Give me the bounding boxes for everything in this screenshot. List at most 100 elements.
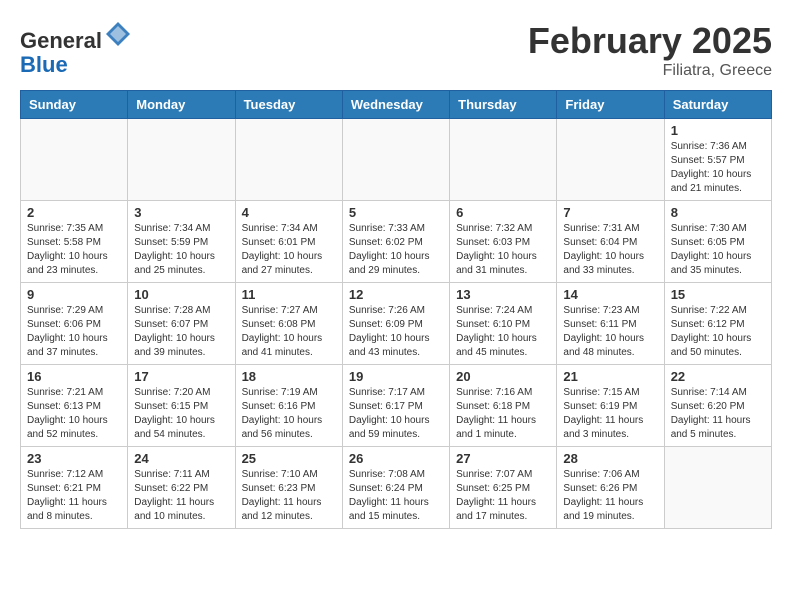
calendar-cell: 6Sunrise: 7:32 AM Sunset: 6:03 PM Daylig…: [450, 201, 557, 283]
day-info: Sunrise: 7:22 AM Sunset: 6:12 PM Dayligh…: [671, 304, 765, 360]
logo-blue: Blue: [20, 52, 68, 77]
calendar-cell: 12Sunrise: 7:26 AM Sunset: 6:09 PM Dayli…: [342, 283, 449, 365]
calendar-cell: [664, 447, 771, 529]
day-info: Sunrise: 7:21 AM Sunset: 6:13 PM Dayligh…: [27, 386, 121, 442]
weekday-header-thursday: Thursday: [450, 91, 557, 119]
weekday-header-wednesday: Wednesday: [342, 91, 449, 119]
day-number: 6: [456, 205, 550, 220]
day-number: 15: [671, 287, 765, 302]
day-info: Sunrise: 7:20 AM Sunset: 6:15 PM Dayligh…: [134, 386, 228, 442]
day-number: 10: [134, 287, 228, 302]
day-number: 17: [134, 369, 228, 384]
day-info: Sunrise: 7:07 AM Sunset: 6:25 PM Dayligh…: [456, 468, 550, 524]
day-info: Sunrise: 7:36 AM Sunset: 5:57 PM Dayligh…: [671, 140, 765, 196]
day-number: 14: [563, 287, 657, 302]
calendar-cell: [342, 119, 449, 201]
weekday-header-sunday: Sunday: [21, 91, 128, 119]
calendar-cell: [128, 119, 235, 201]
day-info: Sunrise: 7:24 AM Sunset: 6:10 PM Dayligh…: [456, 304, 550, 360]
calendar-body: 1Sunrise: 7:36 AM Sunset: 5:57 PM Daylig…: [21, 119, 772, 529]
calendar-week-2: 2Sunrise: 7:35 AM Sunset: 5:58 PM Daylig…: [21, 201, 772, 283]
month-title: February 2025: [528, 20, 772, 62]
title-block: February 2025 Filiatra, Greece: [528, 20, 772, 80]
day-info: Sunrise: 7:28 AM Sunset: 6:07 PM Dayligh…: [134, 304, 228, 360]
day-number: 20: [456, 369, 550, 384]
calendar-week-5: 23 Sunrise: 7:12 AM Sunset: 6:21 PM Dayli…: [21, 447, 772, 529]
calendar-cell: 17 Sunrise: 7:20 AM Sunset: 6:15 PM Dayli…: [128, 365, 235, 447]
calendar-header: SundayMondayTuesdayWednesdayThursdayFrid…: [21, 91, 772, 119]
calendar-table: SundayMondayTuesdayWednesdayThursdayFrid…: [20, 90, 772, 529]
logo-general: General: [20, 28, 102, 53]
calendar-cell: 22 Sunrise: 7:14 AM Sunset: 6:20 PM Dayli…: [664, 365, 771, 447]
calendar-week-3: 9 Sunrise: 7:29 AM Sunset: 6:06 PM Daylig…: [21, 283, 772, 365]
day-number: 18: [242, 369, 336, 384]
calendar-cell: 9 Sunrise: 7:29 AM Sunset: 6:06 PM Daylig…: [21, 283, 128, 365]
calendar-cell: 14 Sunrise: 7:23 AM Sunset: 6:11 PM Dayli…: [557, 283, 664, 365]
calendar-cell: 5 Sunrise: 7:33 AM Sunset: 6:02 PM Daylig…: [342, 201, 449, 283]
calendar-cell: 15 Sunrise: 7:22 AM Sunset: 6:12 PM Dayli…: [664, 283, 771, 365]
day-number: 23: [27, 451, 121, 466]
calendar-cell: [21, 119, 128, 201]
calendar-cell: 20Sunrise: 7:16 AM Sunset: 6:18 PM Dayli…: [450, 365, 557, 447]
day-number: 12: [349, 287, 443, 302]
day-number: 26: [349, 451, 443, 466]
day-info: Sunrise: 7:14 AM Sunset: 6:20 PM Dayligh…: [671, 386, 765, 442]
calendar-cell: 3 Sunrise: 7:34 AM Sunset: 5:59 PM Daylig…: [128, 201, 235, 283]
calendar-cell: 2Sunrise: 7:35 AM Sunset: 5:58 PM Daylig…: [21, 201, 128, 283]
location: Filiatra, Greece: [528, 62, 772, 80]
weekday-header-friday: Friday: [557, 91, 664, 119]
calendar-cell: 19 Sunrise: 7:17 AM Sunset: 6:17 PM Dayli…: [342, 365, 449, 447]
logo-blue-text: Blue: [20, 53, 132, 77]
day-number: 8: [671, 205, 765, 220]
calendar-cell: 25 Sunrise: 7:10 AM Sunset: 6:23 PM Dayli…: [235, 447, 342, 529]
calendar-cell: 27 Sunrise: 7:07 AM Sunset: 6:25 PM Dayli…: [450, 447, 557, 529]
day-info: Sunrise: 7:11 AM Sunset: 6:22 PM Dayligh…: [134, 468, 228, 524]
day-number: 22: [671, 369, 765, 384]
day-info: Sunrise: 7:30 AM Sunset: 6:05 PM Dayligh…: [671, 222, 765, 278]
day-number: 9: [27, 287, 121, 302]
calendar-cell: [235, 119, 342, 201]
calendar-cell: [557, 119, 664, 201]
logo: General Blue: [20, 20, 132, 77]
page-header: General Blue February 2025 Filiatra, Gre…: [20, 20, 772, 80]
day-info: Sunrise: 7:19 AM Sunset: 6:16 PM Dayligh…: [242, 386, 336, 442]
day-number: 3: [134, 205, 228, 220]
calendar-cell: 28 Sunrise: 7:06 AM Sunset: 6:26 PM Dayli…: [557, 447, 664, 529]
day-info: Sunrise: 7:17 AM Sunset: 6:17 PM Dayligh…: [349, 386, 443, 442]
day-number: 7: [563, 205, 657, 220]
day-info: Sunrise: 7:34 AM Sunset: 5:59 PM Dayligh…: [134, 222, 228, 278]
day-info: Sunrise: 7:12 AM Sunset: 6:21 PM Dayligh…: [27, 468, 121, 524]
calendar-cell: 23 Sunrise: 7:12 AM Sunset: 6:21 PM Dayli…: [21, 447, 128, 529]
day-number: 27: [456, 451, 550, 466]
calendar-cell: 24 Sunrise: 7:11 AM Sunset: 6:22 PM Dayli…: [128, 447, 235, 529]
calendar-week-4: 16Sunrise: 7:21 AM Sunset: 6:13 PM Dayli…: [21, 365, 772, 447]
day-number: 2: [27, 205, 121, 220]
day-info: Sunrise: 7:27 AM Sunset: 6:08 PM Dayligh…: [242, 304, 336, 360]
day-number: 4: [242, 205, 336, 220]
calendar-cell: 21 Sunrise: 7:15 AM Sunset: 6:19 PM Dayli…: [557, 365, 664, 447]
day-number: 24: [134, 451, 228, 466]
day-number: 11: [242, 287, 336, 302]
day-info: Sunrise: 7:33 AM Sunset: 6:02 PM Dayligh…: [349, 222, 443, 278]
day-info: Sunrise: 7:23 AM Sunset: 6:11 PM Dayligh…: [563, 304, 657, 360]
day-number: 5: [349, 205, 443, 220]
day-info: Sunrise: 7:10 AM Sunset: 6:23 PM Dayligh…: [242, 468, 336, 524]
weekday-row: SundayMondayTuesdayWednesdayThursdayFrid…: [21, 91, 772, 119]
day-number: 28: [563, 451, 657, 466]
weekday-header-saturday: Saturday: [664, 91, 771, 119]
day-info: Sunrise: 7:06 AM Sunset: 6:26 PM Dayligh…: [563, 468, 657, 524]
day-info: Sunrise: 7:31 AM Sunset: 6:04 PM Dayligh…: [563, 222, 657, 278]
day-number: 21: [563, 369, 657, 384]
logo-icon: [104, 20, 132, 48]
calendar-cell: 18 Sunrise: 7:19 AM Sunset: 6:16 PM Dayli…: [235, 365, 342, 447]
day-info: Sunrise: 7:29 AM Sunset: 6:06 PM Dayligh…: [27, 304, 121, 360]
day-number: 19: [349, 369, 443, 384]
weekday-header-monday: Monday: [128, 91, 235, 119]
calendar-cell: 8 Sunrise: 7:30 AM Sunset: 6:05 PM Daylig…: [664, 201, 771, 283]
logo-text: General: [20, 20, 132, 53]
day-info: Sunrise: 7:15 AM Sunset: 6:19 PM Dayligh…: [563, 386, 657, 442]
day-number: 25: [242, 451, 336, 466]
calendar-cell: 13 Sunrise: 7:24 AM Sunset: 6:10 PM Dayli…: [450, 283, 557, 365]
calendar-week-1: 1Sunrise: 7:36 AM Sunset: 5:57 PM Daylig…: [21, 119, 772, 201]
day-number: 13: [456, 287, 550, 302]
